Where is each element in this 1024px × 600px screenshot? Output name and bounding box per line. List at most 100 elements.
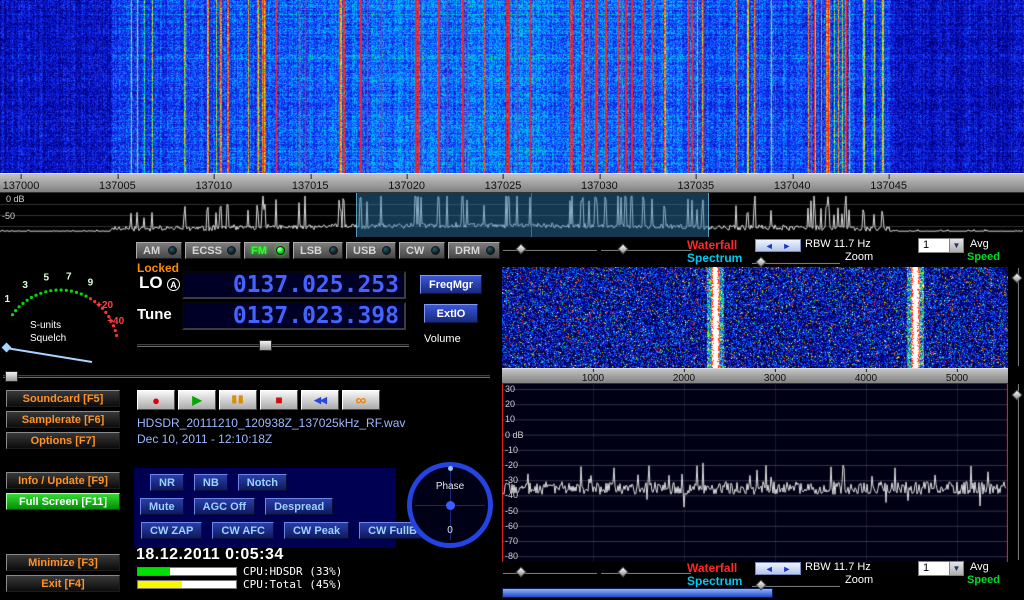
- full-screen-f11-button[interactable]: Full Screen [F11]: [6, 493, 120, 510]
- dsp-notch-button[interactable]: Notch: [238, 474, 287, 491]
- zoom-band-overlay[interactable]: [356, 193, 709, 237]
- dsp-cw-peak-button[interactable]: CW Peak: [284, 522, 349, 539]
- cpu-label: CPU:Total (45%): [243, 578, 342, 591]
- brightness-slider-top-thumb[interactable]: [515, 243, 526, 254]
- loop-button[interactable]: ∞: [342, 390, 380, 410]
- lo-lock-badge[interactable]: A: [167, 278, 180, 291]
- contrast-slider-top-track[interactable]: [601, 249, 691, 251]
- cpu-meter-1: CPU:Total (45%): [137, 580, 537, 591]
- mode-button-ecss[interactable]: ECSS: [185, 242, 241, 259]
- squelch-label: Squelch: [30, 333, 66, 344]
- contrast-slider-top-thumb[interactable]: [617, 243, 628, 254]
- play-button[interactable]: ▶: [178, 390, 216, 410]
- extio-button[interactable]: ExtIO: [424, 304, 478, 323]
- s-meter-scale-dot: [18, 305, 21, 308]
- mode-button-fm[interactable]: FM: [244, 242, 290, 259]
- mode-led-usb: [382, 246, 391, 255]
- rewind-button[interactable]: ◀◀: [301, 390, 339, 410]
- loop-icon: ∞: [356, 393, 367, 408]
- avg-dropdown-bottom[interactable]: 1▼: [918, 561, 964, 576]
- zoom-spectrum-display[interactable]: 3020100 dB-10-20-30-40-50-60-70-80: [502, 384, 1008, 562]
- shift-right-icon[interactable]: ►: [782, 241, 791, 251]
- waterfall-contrast-slider[interactable]: [1013, 268, 1022, 366]
- contrast-slider-bottom-thumb[interactable]: [617, 566, 628, 577]
- squelch-slider[interactable]: [3, 375, 490, 378]
- lo-frequency-display[interactable]: 0137.025.253: [182, 271, 406, 299]
- dsp-cw-zap-button[interactable]: CW ZAP: [141, 522, 202, 539]
- spectrum-range-slider[interactable]: [1013, 384, 1022, 560]
- dsp-agc-off-button[interactable]: AGC Off: [194, 498, 255, 515]
- dropdown-arrow-icon[interactable]: ▼: [949, 562, 963, 575]
- s-meter-scale-dot: [14, 309, 17, 312]
- brightness-slider-bottom[interactable]: [503, 568, 597, 577]
- db-label-20: -20: [505, 460, 518, 470]
- dropdown-arrow-icon[interactable]: ▼: [949, 239, 963, 252]
- db-label-10: 10: [505, 414, 515, 424]
- samplerate-f6-button[interactable]: Samplerate [F6]: [6, 411, 120, 428]
- mode-button-lsb[interactable]: LSB: [293, 242, 343, 259]
- zoom-slider-bottom[interactable]: [752, 581, 840, 590]
- phase-label: Phase: [412, 481, 488, 492]
- mode-button-cw[interactable]: CW: [399, 242, 445, 259]
- info-update-f9-button[interactable]: Info / Update [F9]: [6, 472, 120, 489]
- volume-slider-thumb[interactable]: [259, 340, 272, 351]
- contrast-slider-bottom[interactable]: [601, 568, 691, 577]
- dsp-mute-button[interactable]: Mute: [140, 498, 184, 515]
- contrast-slider-top[interactable]: [601, 245, 691, 254]
- mode-button-am[interactable]: AM: [136, 242, 182, 259]
- pause-button[interactable]: ▮▮: [219, 390, 257, 410]
- spectrum-range-slider-thumb[interactable]: [1011, 389, 1022, 400]
- waterfall-mode-top[interactable]: Waterfall: [687, 238, 737, 252]
- spectrum-mode-bottom[interactable]: Spectrum: [687, 574, 742, 588]
- brightness-slider-top[interactable]: [503, 245, 597, 254]
- avg-dropdown-top[interactable]: 1▼: [918, 238, 964, 253]
- soundcard-f5-button[interactable]: Soundcard [F5]: [6, 390, 120, 407]
- mode-button-drm[interactable]: DRM: [448, 242, 500, 259]
- mode-button-usb[interactable]: USB: [346, 242, 396, 259]
- record-button[interactable]: ●: [137, 390, 175, 410]
- stop-icon: ■: [275, 394, 282, 406]
- db-label-0-db: 0 dB: [505, 430, 524, 440]
- waterfall-mode-bottom[interactable]: Waterfall: [687, 561, 737, 575]
- zoom-slider-top-thumb[interactable]: [755, 256, 766, 267]
- tune-frequency-display[interactable]: 0137.023.398: [182, 302, 406, 330]
- s-meter-scale-dot: [65, 289, 68, 292]
- avg-label-top: Avg: [970, 238, 989, 250]
- main-waterfall-display[interactable]: [0, 0, 1024, 173]
- waterfall-contrast-slider-thumb[interactable]: [1011, 272, 1022, 283]
- s-meter: 13579+20+40S-unitsSquelch: [0, 240, 128, 368]
- dsp-nr-button[interactable]: NR: [150, 474, 184, 491]
- volume-slider[interactable]: [137, 344, 409, 347]
- dsp-nb-button[interactable]: NB: [194, 474, 228, 491]
- db-label-70: -70: [505, 536, 518, 546]
- shift-arrows-top: ◄►: [755, 239, 801, 252]
- zoom-slider-top[interactable]: [752, 258, 840, 267]
- main-spectrum-display[interactable]: 0 dB -50: [0, 193, 1024, 237]
- audio-frequency-scale[interactable]: 10002000300040005000: [502, 368, 1008, 384]
- exit-f4-button[interactable]: Exit [F4]: [6, 575, 120, 592]
- spectrum-mode-top[interactable]: Spectrum: [687, 251, 742, 265]
- s-meter-number: 1: [5, 294, 11, 305]
- freqmgr-button[interactable]: FreqMgr: [420, 275, 482, 294]
- dsp-cw-afc-button[interactable]: CW AFC: [212, 522, 274, 539]
- squelch-slider-thumb[interactable]: [5, 371, 18, 382]
- mode-led-am: [168, 246, 177, 255]
- shift-right-icon[interactable]: ►: [782, 564, 791, 574]
- brightness-slider-bottom-thumb[interactable]: [515, 566, 526, 577]
- zoom-waterfall-display[interactable]: [502, 267, 1008, 368]
- shift-left-icon[interactable]: ◄: [765, 564, 774, 574]
- stop-button[interactable]: ■: [260, 390, 298, 410]
- spectrum-range-slider-track[interactable]: [1017, 384, 1019, 560]
- minimize-f3-button[interactable]: Minimize [F3]: [6, 554, 120, 571]
- contrast-slider-bottom-track[interactable]: [601, 572, 691, 574]
- s-meter-over-label: +40: [107, 316, 124, 327]
- history-scrollbar[interactable]: [502, 588, 773, 598]
- hz-label-5000: 5000: [946, 373, 968, 384]
- tune-frequency-marker: [531, 193, 532, 237]
- zoom-label-top: Zoom: [845, 251, 873, 263]
- options-f7-button[interactable]: Options [F7]: [6, 432, 120, 449]
- zoom-slider-bottom-thumb[interactable]: [755, 579, 766, 590]
- shift-left-icon[interactable]: ◄: [765, 241, 774, 251]
- frequency-scale[interactable]: 1370001370051370101370151370201370251370…: [0, 173, 1024, 193]
- dsp-despread-button[interactable]: Despread: [265, 498, 333, 515]
